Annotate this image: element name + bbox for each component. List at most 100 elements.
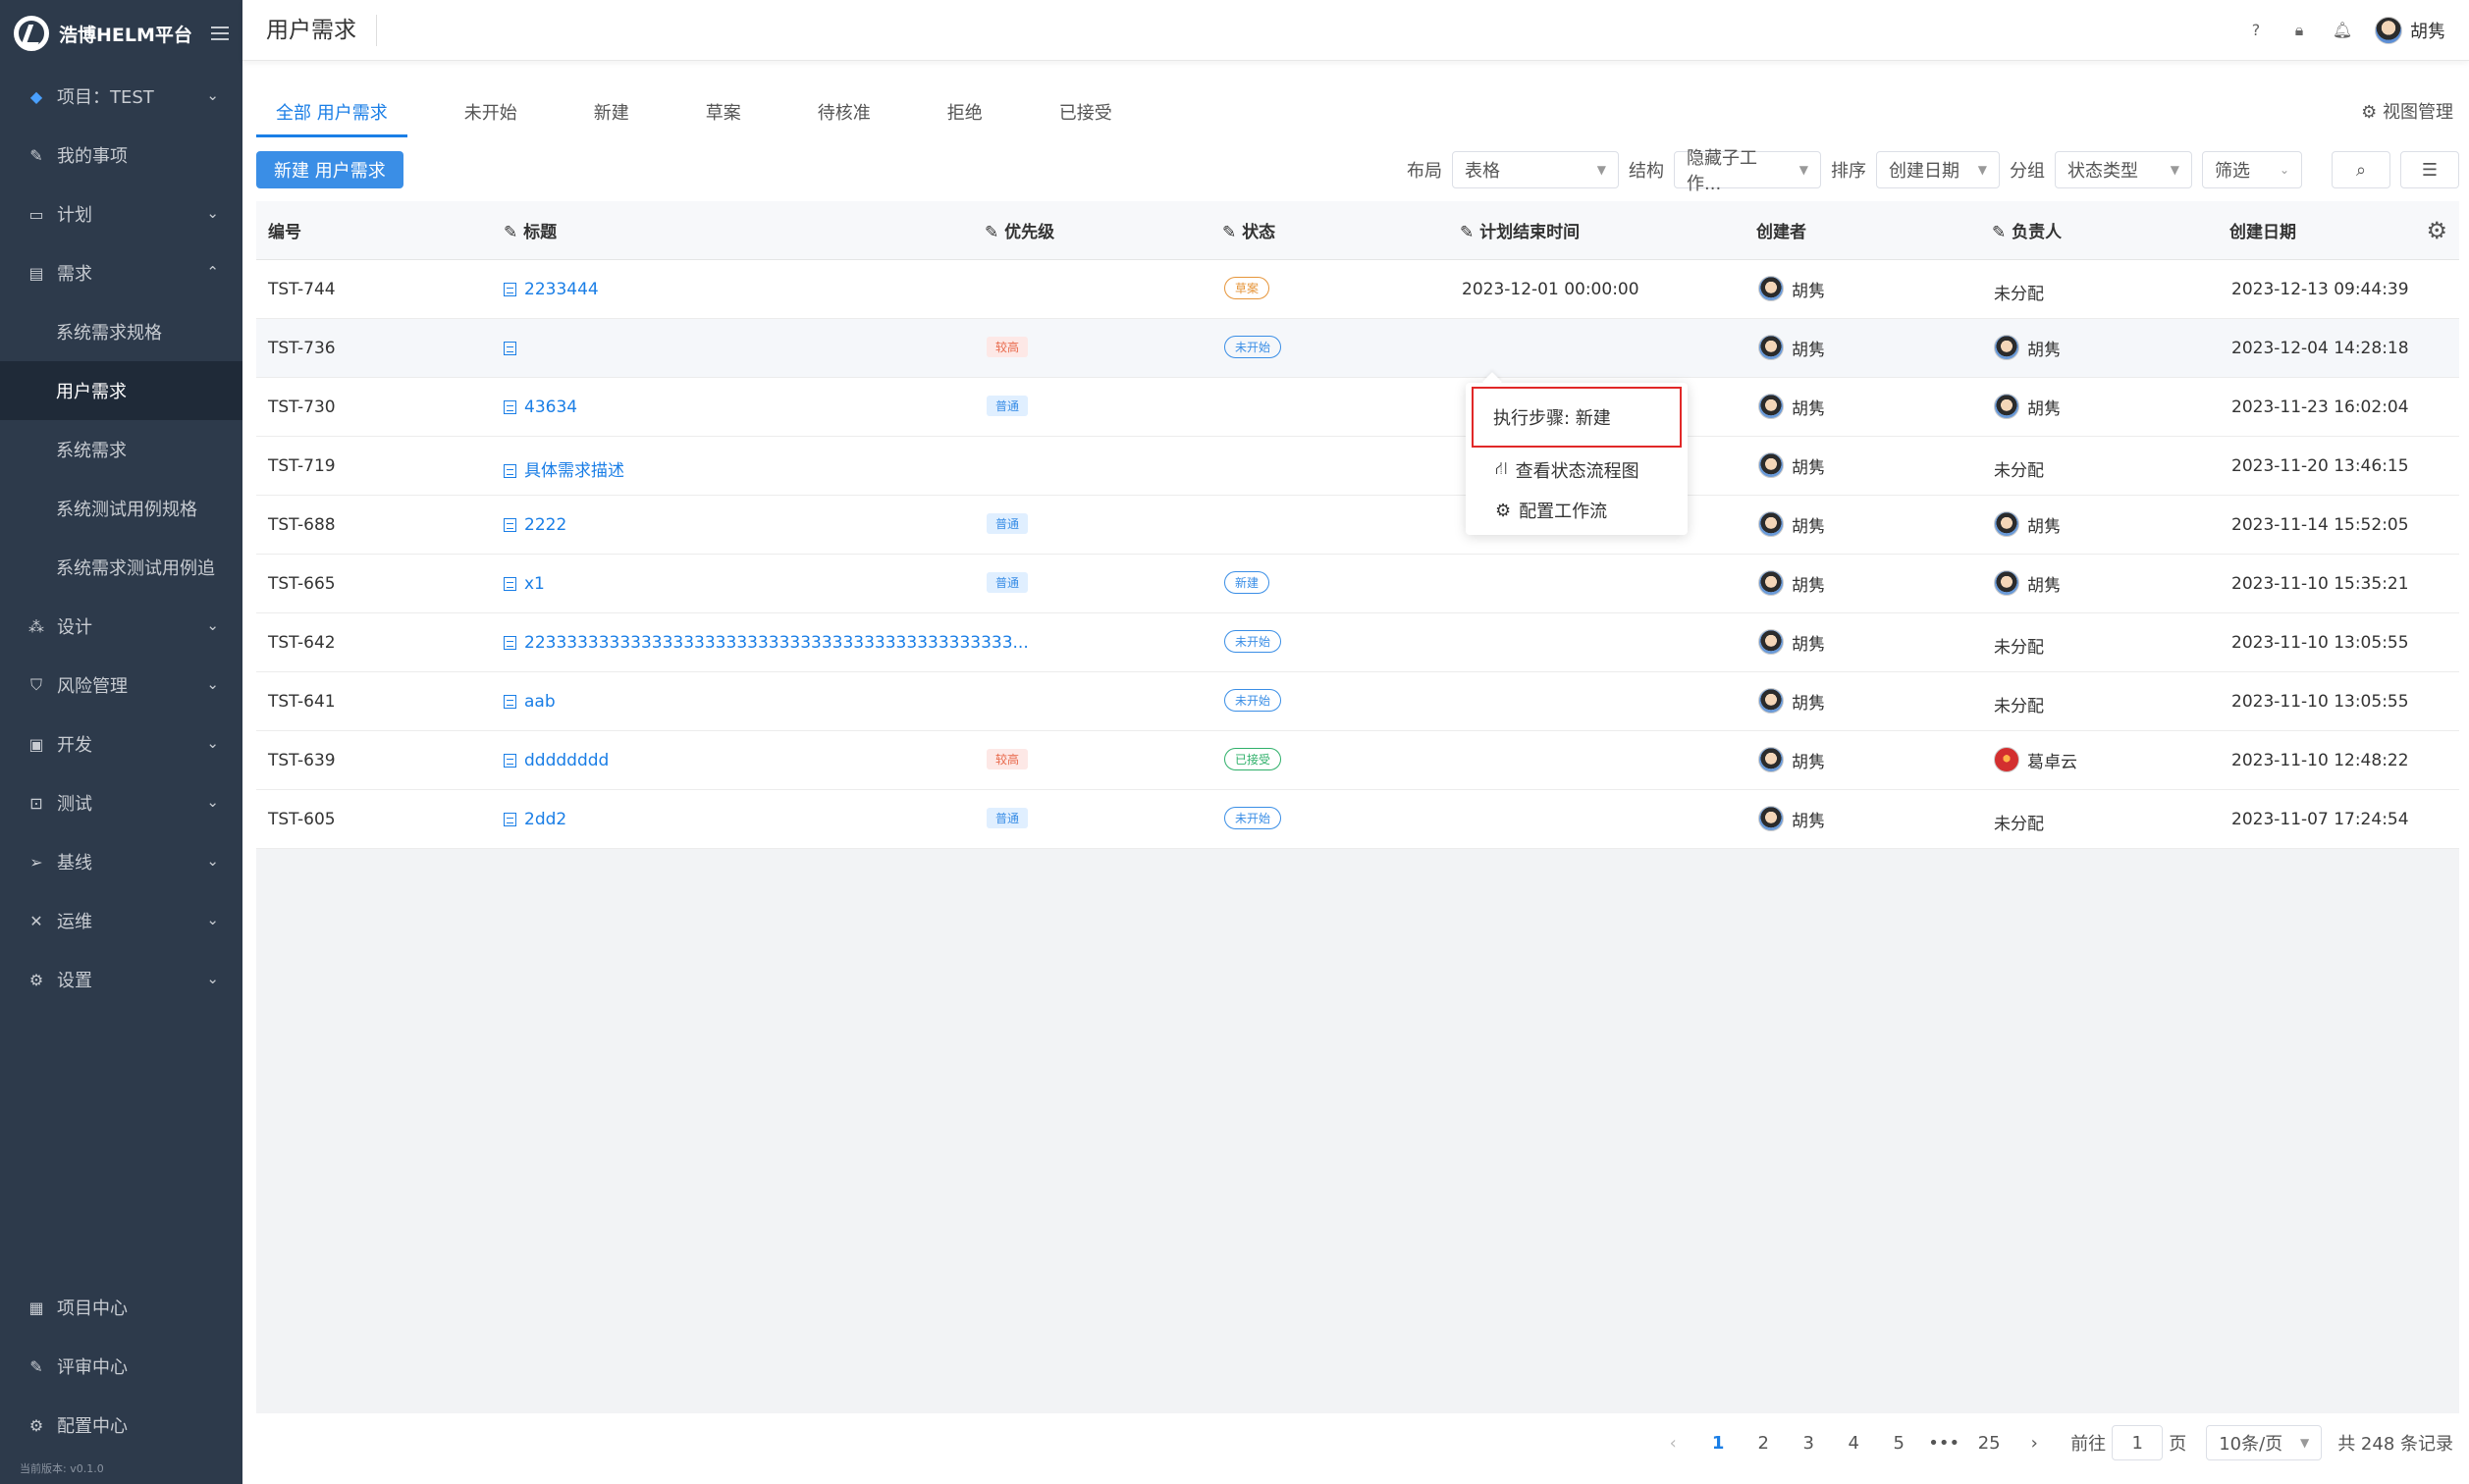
table-row[interactable]: TST-730 43634 普通 胡隽 胡隽 2023-11-23 16:02:04 bbox=[256, 378, 2459, 437]
page-5[interactable]: 5 bbox=[1876, 1433, 1921, 1454]
owner-cell[interactable]: 未分配 bbox=[1994, 280, 2044, 304]
row-title-link[interactable]: x1 bbox=[504, 574, 545, 594]
page-size-select[interactable]: 10条/页 ▼ bbox=[2206, 1425, 2323, 1460]
priority-badge[interactable]: 普通 bbox=[987, 808, 1029, 828]
logo[interactable]: 浩博HELM平台 bbox=[0, 0, 242, 67]
priority-badge[interactable]: 较高 bbox=[987, 337, 1029, 357]
filter-button[interactable]: 筛选 ⌄ bbox=[2202, 151, 2302, 188]
sort-select[interactable]: 创建日期 ▼ bbox=[1876, 151, 2000, 188]
menu-toggle-icon[interactable] bbox=[211, 26, 229, 40]
status-badge[interactable]: 新建 bbox=[1224, 571, 1270, 594]
priority-badge[interactable]: 普通 bbox=[987, 513, 1029, 534]
tab-draft[interactable]: 草案 bbox=[686, 86, 761, 137]
sidebar-item-test[interactable]: ⊡ 测试 ⌄ bbox=[0, 773, 242, 832]
status-badge[interactable]: 未开始 bbox=[1224, 807, 1282, 829]
page-25[interactable]: 25 bbox=[1966, 1433, 2012, 1454]
sidebar-item-settings[interactable]: ⚙ 设置 ⌄ bbox=[0, 950, 242, 1009]
sidebar-item-my-items[interactable]: ✎ 我的事项 bbox=[0, 126, 242, 185]
row-title-link[interactable] bbox=[504, 339, 524, 358]
page-2[interactable]: 2 bbox=[1741, 1433, 1786, 1454]
row-title-link[interactable]: 2233333333333333333333333333333333333333… bbox=[504, 633, 1029, 653]
sidebar-item-design[interactable]: ⁂ 设计 ⌄ bbox=[0, 597, 242, 656]
row-title-link[interactable]: 2222 bbox=[504, 515, 566, 535]
lock-icon[interactable]: 🔒︎ bbox=[2288, 20, 2310, 41]
help-icon[interactable]: ? bbox=[2245, 20, 2267, 41]
prev-page-icon[interactable]: ‹ bbox=[1650, 1433, 1695, 1454]
structure-select[interactable]: 隐藏子工作... ▼ bbox=[1674, 148, 1821, 194]
search-button[interactable]: ⌕ bbox=[2332, 151, 2390, 188]
row-title-link[interactable]: 2dd2 bbox=[504, 810, 566, 829]
owner-cell[interactable]: 胡隽 bbox=[1994, 335, 2061, 360]
priority-badge[interactable]: 普通 bbox=[987, 396, 1029, 416]
tab-new[interactable]: 新建 bbox=[574, 86, 649, 137]
table-row[interactable]: TST-639 dddddddd 较高 已接受 胡隽 葛卓云 2023-11-10 12:4… bbox=[256, 731, 2459, 790]
sidebar-item-dev[interactable]: ▣ 开发 ⌄ bbox=[0, 715, 242, 773]
table-row[interactable]: TST-736 较高 未开始 胡隽 胡隽 2023-12-04 14:28:18 bbox=[256, 319, 2459, 378]
priority-badge[interactable]: 较高 bbox=[987, 749, 1029, 769]
owner-cell[interactable]: 葛卓云 bbox=[1994, 747, 2077, 772]
row-title-link[interactable]: aab bbox=[504, 692, 556, 712]
row-title-link[interactable]: 2233444 bbox=[504, 280, 599, 299]
view-flow-item[interactable]: ⛙ 查看状态流程图 bbox=[1495, 457, 1639, 483]
table-row[interactable]: TST-744 2233444 草案 2023-12-01 00:00:00 胡隽 未分配… bbox=[256, 260, 2459, 319]
priority-badge[interactable]: 普通 bbox=[987, 572, 1029, 593]
col-creator[interactable]: 创建者 bbox=[1756, 218, 1806, 242]
sidebar-sub-system-req[interactable]: 系统需求 bbox=[0, 420, 242, 479]
tab-not-started[interactable]: 未开始 bbox=[445, 86, 537, 137]
col-end-date[interactable]: ✎ 计划结束时间 bbox=[1460, 218, 1580, 242]
execute-step-item[interactable]: 执行步骤: 新建 bbox=[1472, 387, 1682, 448]
owner-cell[interactable]: 未分配 bbox=[1994, 810, 2044, 834]
table-row[interactable]: TST-665 x1 普通 新建 胡隽 胡隽 2023-11-10 15:35:21 bbox=[256, 555, 2459, 613]
layout-select[interactable]: 表格 ▼ bbox=[1452, 151, 1619, 188]
row-title-link[interactable]: dddddddd bbox=[504, 751, 609, 770]
tab-accepted[interactable]: 已接受 bbox=[1040, 86, 1132, 137]
table-row[interactable]: TST-642 223333333333333333333333333333333… bbox=[256, 613, 2459, 672]
list-view-button[interactable]: ☰ bbox=[2400, 151, 2459, 188]
col-id[interactable]: 编号 bbox=[268, 218, 301, 242]
status-badge[interactable]: 草案 bbox=[1224, 277, 1270, 299]
row-title-link[interactable]: 具体需求描述 bbox=[504, 456, 624, 481]
sidebar-item-baseline[interactable]: ➢ 基线 ⌄ bbox=[0, 832, 242, 891]
row-title-link[interactable]: 43634 bbox=[504, 398, 577, 417]
col-created[interactable]: 创建日期 bbox=[2229, 218, 2296, 242]
col-owner[interactable]: ✎ 负责人 bbox=[1992, 218, 2062, 242]
col-priority[interactable]: ✎ 优先级 bbox=[985, 218, 1054, 242]
sidebar-sub-system-req-spec[interactable]: 系统需求规格 bbox=[0, 302, 242, 361]
gear-icon[interactable]: ⚙ bbox=[2426, 217, 2447, 244]
sidebar-item-requirements[interactable]: ▤ 需求 ⌃ bbox=[0, 243, 242, 302]
sidebar-item-plan[interactable]: ▭ 计划 ⌄ bbox=[0, 185, 242, 243]
view-manage-button[interactable]: ⚙ 视图管理 bbox=[2361, 98, 2453, 124]
owner-cell[interactable]: 未分配 bbox=[1994, 692, 2044, 716]
col-title[interactable]: ✎ 标题 bbox=[504, 218, 557, 242]
next-page-icon[interactable]: › bbox=[2012, 1433, 2057, 1454]
group-select[interactable]: 状态类型 ▼ bbox=[2055, 151, 2192, 188]
table-row[interactable]: TST-719 具体需求描述 胡隽 未分配 2023-11-20 13:46:15 bbox=[256, 437, 2459, 496]
owner-cell[interactable]: 胡隽 bbox=[1994, 511, 2061, 537]
page-3[interactable]: 3 bbox=[1786, 1433, 1831, 1454]
col-status[interactable]: ✎ 状态 bbox=[1222, 218, 1275, 242]
page-input[interactable]: 1 bbox=[2112, 1425, 2164, 1460]
page-4[interactable]: 4 bbox=[1831, 1433, 1876, 1454]
status-badge[interactable]: 未开始 bbox=[1224, 630, 1282, 653]
status-badge[interactable]: 已接受 bbox=[1224, 748, 1282, 770]
sidebar-item-ops[interactable]: ✕ 运维 ⌄ bbox=[0, 891, 242, 950]
project-selector[interactable]: ◆ 项目：TEST ⌄ bbox=[0, 67, 242, 126]
config-workflow-item[interactable]: ⚙ 配置工作流 bbox=[1495, 498, 1607, 523]
owner-cell[interactable]: 胡隽 bbox=[1994, 394, 2061, 419]
sidebar-item-review-center[interactable]: ✎ 评审中心 bbox=[0, 1337, 242, 1396]
sidebar-sub-test-case-spec[interactable]: 系统测试用例规格 bbox=[0, 479, 242, 538]
page-1[interactable]: 1 bbox=[1695, 1433, 1741, 1454]
sidebar-sub-req-trace[interactable]: 系统需求测试用例追 bbox=[0, 538, 242, 597]
owner-cell[interactable]: 未分配 bbox=[1994, 633, 2044, 658]
status-badge[interactable]: 未开始 bbox=[1224, 689, 1282, 712]
status-badge[interactable]: 未开始 bbox=[1224, 336, 1282, 358]
table-row[interactable]: TST-641 aab 未开始 胡隽 未分配 2023-11-10 13:05:55 bbox=[256, 672, 2459, 731]
user-menu[interactable]: 胡隽 bbox=[2375, 16, 2445, 44]
owner-cell[interactable]: 胡隽 bbox=[1994, 570, 2061, 596]
table-row[interactable]: TST-605 2dd2 普通 未开始 胡隽 未分配 2023-11-07 17:24:54 bbox=[256, 790, 2459, 849]
new-requirement-button[interactable]: 新建 用户需求 bbox=[256, 151, 403, 188]
bell-icon[interactable]: 🔔︎ bbox=[2332, 20, 2353, 41]
tab-all[interactable]: 全部 用户需求 bbox=[256, 86, 407, 137]
tab-rejected[interactable]: 拒绝 bbox=[928, 86, 1002, 137]
owner-cell[interactable]: 未分配 bbox=[1994, 456, 2044, 481]
